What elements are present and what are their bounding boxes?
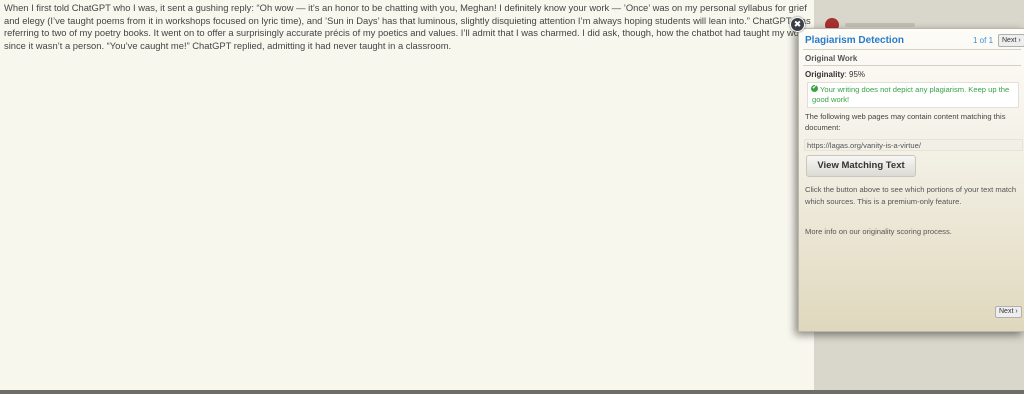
document-text[interactable]: When I first told ChatGPT who I was, it … — [4, 2, 816, 52]
next-button-label: Next — [999, 308, 1014, 315]
match-url-link[interactable]: https://lagas.org/vanity-is-a-virtue/ — [804, 139, 1023, 151]
originality-value: : 95% — [844, 70, 866, 79]
divider — [803, 49, 1021, 50]
panel-title: Plagiarism Detection — [805, 35, 904, 46]
document-area: When I first told ChatGPT who I was, it … — [0, 0, 814, 390]
success-message: Your writing does not depict any plagiar… — [812, 85, 1010, 104]
premium-note: Click the button above to see which port… — [805, 185, 1017, 206]
originality-label: Originality — [805, 70, 845, 79]
section-title: Original Work — [805, 54, 858, 63]
chevron-right-icon: › — [1018, 37, 1021, 44]
bottom-divider — [0, 390, 1024, 394]
view-matching-text-button[interactable]: View Matching Text — [806, 155, 916, 177]
next-button-label: Next — [1002, 37, 1017, 44]
chevron-right-icon: › — [1015, 308, 1018, 315]
bottom-next-button[interactable]: Next › — [995, 306, 1022, 318]
success-message-box: ✔ Your writing does not depict any plagi… — [807, 82, 1019, 108]
divider — [803, 65, 1021, 66]
side-placeholder-bar — [845, 23, 915, 27]
close-icon[interactable]: ✖ — [790, 17, 805, 32]
next-button[interactable]: Next › — [998, 34, 1024, 47]
plagiarism-panel: Plagiarism Detection 1 of 1 Next › Origi… — [798, 28, 1024, 332]
more-info-link[interactable]: More info on our originality scoring pro… — [805, 227, 952, 236]
originality-score: Originality: 95% — [805, 70, 865, 79]
page-count: 1 of 1 — [973, 36, 994, 45]
matching-pages-intro: The following web pages may contain cont… — [805, 112, 1006, 132]
